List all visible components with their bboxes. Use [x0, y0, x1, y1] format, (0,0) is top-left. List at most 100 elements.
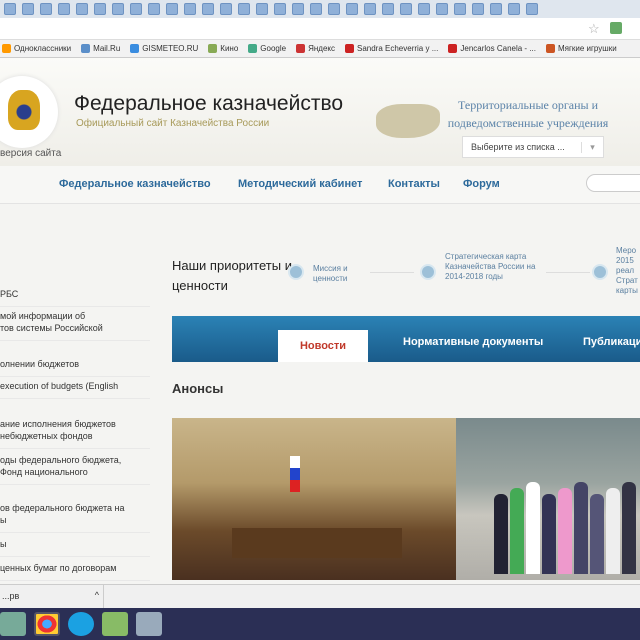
territorial-link[interactable]: Территориальные органы и подведомственные…	[440, 96, 616, 132]
sidebar-item[interactable]: ы	[0, 538, 150, 557]
taskbar	[0, 608, 640, 640]
tab-favicon-icon[interactable]	[346, 3, 358, 15]
tab-favicon-icon[interactable]	[76, 3, 88, 15]
bookmark-item[interactable]: Google	[248, 43, 286, 54]
sidebar-item[interactable]: execution of budgets (English	[0, 380, 150, 399]
tab-favicon-icon[interactable]	[454, 3, 466, 15]
nav-methodical-cabinet[interactable]: Методический кабинет	[238, 178, 362, 190]
bookmark-item[interactable]: GISMETEO.RU	[130, 43, 198, 54]
priorities-title: Наши приоритеты и ценности	[172, 258, 292, 293]
tab-favicon-icon[interactable]	[526, 3, 538, 15]
tab-favicon-icon[interactable]	[238, 3, 250, 15]
nav-federal-treasury[interactable]: Федеральное казначейство	[59, 178, 211, 190]
tab-publications[interactable]: Публикации	[583, 336, 640, 348]
chevron-down-icon: ▾	[581, 141, 603, 153]
tab-news[interactable]: Новости	[278, 330, 368, 362]
bookmark-item[interactable]: Одноклассники	[2, 43, 71, 54]
tab-favicon-icon[interactable]	[148, 3, 160, 15]
bookmark-item[interactable]: Мягкие игрушки	[545, 43, 617, 54]
bookmark-item[interactable]: Mail.Ru	[81, 43, 120, 54]
tab-favicon-icon[interactable]	[400, 3, 412, 15]
sidebar-item[interactable]: олнении бюджетов	[0, 358, 150, 377]
person	[526, 482, 540, 574]
explorer-icon[interactable]	[0, 612, 26, 636]
app-icon[interactable]	[136, 612, 162, 636]
version-link[interactable]: версия сайта	[0, 148, 61, 159]
territorial-line: Территориальные органы и	[458, 98, 598, 112]
app-icon[interactable]	[102, 612, 128, 636]
tab-favicon-icon[interactable]	[184, 3, 196, 15]
browser-tab-strip[interactable]: for(let i=0;i<30;i++)document.write('<di…	[0, 0, 640, 18]
sidebar-item[interactable]: оды федерального бюджета, Фонд националь…	[0, 454, 150, 485]
person	[542, 494, 556, 574]
tab-favicon-icon[interactable]	[382, 3, 394, 15]
tab-favicon-icon[interactable]	[328, 3, 340, 15]
tab-favicon-icon[interactable]	[112, 3, 124, 15]
chrome-icon[interactable]	[34, 612, 60, 636]
sidebar-item[interactable]: ание исполнения бюджетов небюджетных фон…	[0, 418, 150, 449]
tab-favicon-icon[interactable]	[436, 3, 448, 15]
divider	[370, 272, 414, 273]
bookmark-item[interactable]: Яндекс	[296, 43, 335, 54]
tab-favicon-icon[interactable]	[508, 3, 520, 15]
tab-favicon-icon[interactable]	[274, 3, 286, 15]
tab-favicon-icon[interactable]	[256, 3, 268, 15]
priority-item[interactable]: Миссия и ценности	[313, 264, 373, 284]
tab-favicon-icon[interactable]	[58, 3, 70, 15]
tab-normative-docs[interactable]: Нормативные документы	[403, 336, 543, 348]
tab-favicon-icon[interactable]	[202, 3, 214, 15]
extension-icon[interactable]	[610, 22, 622, 34]
russia-map-icon	[376, 104, 440, 138]
tab-favicon-icon[interactable]	[94, 3, 106, 15]
bookmark-item[interactable]: Кино	[208, 43, 238, 54]
person	[510, 488, 524, 574]
tab-favicon-icon[interactable]	[310, 3, 322, 15]
sidebar-item[interactable]: ценных бумаг по договорам	[0, 562, 150, 581]
tab-favicon-icon[interactable]	[472, 3, 484, 15]
bookmark-icon	[448, 44, 458, 53]
person	[622, 482, 636, 574]
circle-arrow-icon[interactable]	[592, 264, 608, 280]
tab-favicon-icon[interactable]	[364, 3, 376, 15]
bookmark-label: Мягкие игрушки	[557, 44, 617, 53]
tab-favicon-icon[interactable]	[22, 3, 34, 15]
tab-favicon-icon[interactable]	[40, 3, 52, 15]
tab-favicon-icon[interactable]	[220, 3, 232, 15]
tab-favicon-icon[interactable]	[130, 3, 142, 15]
nav-forum[interactable]: Форум	[463, 178, 500, 190]
region-select[interactable]: Выберите из списка ... ▾	[462, 136, 604, 158]
news-photo-group[interactable]: const pc=['#223','#4a5','#fff','#335','#…	[456, 418, 640, 580]
tab-favicon-icon[interactable]	[418, 3, 430, 15]
nav-contacts[interactable]: Контакты	[388, 178, 440, 190]
bookmark-label: Mail.Ru	[93, 44, 121, 53]
circle-arrow-icon[interactable]	[420, 264, 436, 280]
tab-favicon-icon[interactable]	[292, 3, 304, 15]
bookmark-item[interactable]: Jencarlos Canela - ...	[448, 43, 536, 54]
bookmarks-bar: const bmc=['#f90','#5b8fc9','#3a8de0','#…	[0, 40, 640, 58]
bookmark-item[interactable]: Sandra Echeverria y ...	[345, 43, 438, 54]
person	[558, 488, 572, 574]
search-input[interactable]	[586, 174, 640, 192]
sidebar-item[interactable]: РБС	[0, 288, 150, 307]
flag	[290, 456, 300, 492]
address-bar[interactable]: ☆	[0, 18, 640, 40]
star-icon[interactable]: ☆	[588, 21, 600, 37]
news-photo-meeting[interactable]	[172, 418, 456, 580]
download-item[interactable]: ...рв ^	[0, 584, 104, 608]
bookmark-icon	[296, 44, 306, 53]
eagle-icon	[8, 90, 40, 130]
tab-favicon-icon[interactable]	[4, 3, 16, 15]
chevron-up-icon[interactable]: ^	[95, 590, 99, 600]
priority-item[interactable]: Стратегическая карта Казначейства России…	[445, 252, 545, 282]
skype-icon[interactable]	[68, 612, 94, 636]
tab-favicon-icon[interactable]	[490, 3, 502, 15]
sidebar-item[interactable]: ов федерального бюджета на ы	[0, 502, 150, 533]
sidebar-menu: const tops=[84,106,154,176,214,250,298,3…	[0, 204, 150, 584]
priority-item[interactable]: Меро 2015 реал Страт карты	[616, 246, 640, 296]
sidebar-item[interactable]: мой информации об тов системы Российской	[0, 310, 150, 341]
territorial-line: подведомственные учреждения	[447, 116, 609, 130]
circle-arrow-icon[interactable]	[288, 264, 304, 280]
tab-favicon-icon[interactable]	[166, 3, 178, 15]
bookmark-label: Google	[260, 44, 287, 53]
site-title[interactable]: Федеральное казначейство	[74, 92, 343, 116]
